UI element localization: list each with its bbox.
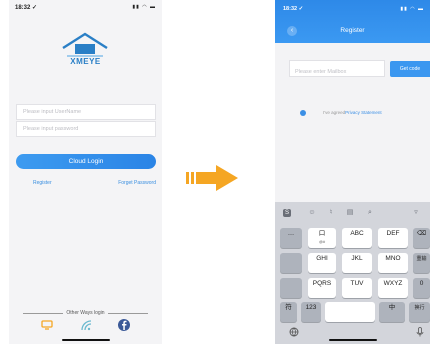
keyboard-key[interactable]: TUV — [342, 278, 372, 298]
microphone-icon[interactable]: ♮ — [327, 209, 335, 217]
login-screen: 18:32 ✓ ▮▮ ◠ ▬ XMEYE Cloud Login Registe… — [9, 0, 162, 344]
keyboard-key[interactable]: 符 — [280, 302, 297, 322]
facebook-icon[interactable] — [117, 318, 131, 332]
keyboard-key[interactable]: WXYZ — [378, 278, 408, 298]
arrow-right-icon — [186, 165, 238, 191]
home-indicator — [328, 339, 377, 341]
search-icon[interactable]: ⌕ — [366, 209, 374, 217]
microphone-icon[interactable] — [416, 327, 424, 337]
signal-wifi-battery-icon: ▮▮ ◠ ▬ — [400, 6, 424, 12]
mailbox-field[interactable] — [289, 60, 385, 77]
page-title: Register — [340, 27, 365, 34]
navigation-bar: 18:32 ✓ ▮▮ ◠ ▬ ‹ Register — [275, 0, 430, 43]
brand-name: XMEYE — [70, 57, 101, 66]
backspace-icon: ⌫ — [416, 230, 427, 237]
tv-icon[interactable] — [40, 318, 54, 332]
forget-password-link[interactable]: Forget Password — [118, 180, 156, 186]
status-time: 18:32 ✓ — [283, 6, 304, 12]
cloud-login-button[interactable]: Cloud Login — [16, 154, 156, 169]
wireless-icon[interactable] — [79, 318, 93, 332]
keyboard-key[interactable]: MNO — [378, 253, 408, 273]
password-field[interactable] — [16, 121, 156, 137]
username-input[interactable] — [23, 109, 143, 115]
signal-wifi-battery-icon: ▮▮ ◠ ▬ — [132, 4, 156, 10]
clipboard-icon[interactable]: ▤ — [346, 209, 354, 217]
privacy-statement-link[interactable]: Privacy Statement — [345, 110, 382, 115]
keyboard-key[interactable]: ABC — [342, 228, 372, 248]
home-indicator — [61, 339, 110, 341]
register-screen: 18:32 ✓ ▮▮ ◠ ▬ ‹ Register Get code I've … — [275, 0, 430, 344]
keyboard-toolbar: S ☺ ♮ ▤ ⌕ ▿ — [275, 205, 430, 221]
agreement-text: I've agreedPrivacy Statement — [323, 110, 382, 115]
keyboard-key[interactable]: 口 @# — [308, 228, 336, 248]
keyboard-key[interactable]: 0 — [413, 278, 430, 298]
username-field[interactable] — [16, 104, 156, 120]
keyboard-key[interactable] — [280, 253, 302, 273]
keyboard-key[interactable]: PQRS — [308, 278, 336, 298]
keyboard-key[interactable]: 重输 — [413, 253, 430, 273]
get-code-button[interactable]: Get code — [390, 61, 430, 77]
collapse-keyboard-icon[interactable]: ▿ — [412, 209, 420, 217]
divider-right — [108, 313, 148, 314]
register-link[interactable]: Register — [33, 180, 52, 186]
keyboard: S ☺ ♮ ▤ ⌕ ▿ … 口 @# ABC DEF ⌫ GHI JKL MNO … — [275, 202, 430, 344]
globe-icon[interactable] — [289, 327, 299, 337]
agree-checkbox[interactable] — [300, 110, 306, 116]
backspace-key[interactable]: ⌫ — [413, 228, 430, 248]
status-time: 18:32 ✓ — [15, 5, 38, 11]
password-input[interactable] — [23, 126, 143, 132]
keyboard-key[interactable]: JKL — [342, 253, 372, 273]
keyboard-key[interactable]: DEF — [378, 228, 408, 248]
keyboard-key[interactable]: 中 — [379, 302, 405, 322]
keyboard-key[interactable]: 123 — [301, 302, 321, 322]
keyboard-key[interactable]: GHI — [308, 253, 336, 273]
status-bar: 18:32 ✓ ▮▮ ◠ ▬ — [9, 0, 162, 14]
emoji-icon[interactable]: ☺ — [308, 209, 316, 217]
keyboard-logo-icon[interactable]: S — [283, 209, 291, 217]
agree-label: I've agreed — [323, 110, 346, 115]
keyboard-key[interactable] — [280, 278, 302, 298]
mailbox-input[interactable] — [295, 69, 381, 75]
keyboard-key[interactable]: 换行 — [409, 302, 430, 322]
keyboard-key[interactable]: … — [280, 228, 302, 248]
space-key[interactable] — [325, 302, 375, 322]
